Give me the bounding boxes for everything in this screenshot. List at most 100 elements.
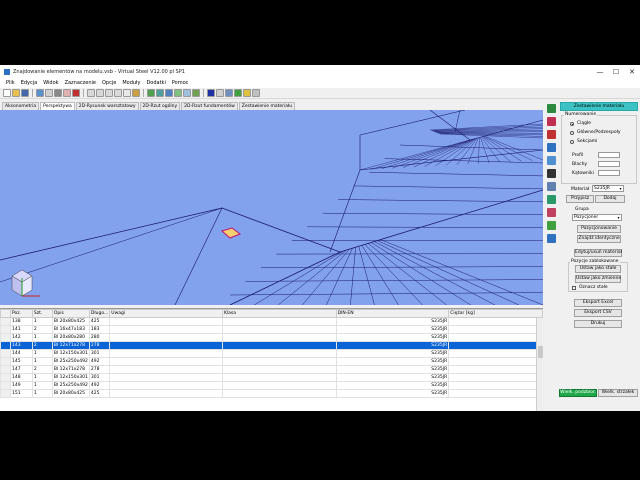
checked-icon[interactable] xyxy=(234,89,242,97)
row-header[interactable] xyxy=(0,325,11,334)
print-button[interactable]: Drukuj xyxy=(574,320,622,328)
big-parts-button[interactable]: Wielk. podzbior. xyxy=(559,389,597,397)
grid-view-icon[interactable] xyxy=(36,89,44,97)
group-select[interactable]: Pozycjoner ▾ xyxy=(572,214,622,221)
add-button[interactable]: Dodaj xyxy=(595,195,625,203)
menu-options[interactable]: Opcje xyxy=(99,80,119,86)
tab-material-list[interactable]: Zestawienie materiału xyxy=(238,102,296,110)
table-scrollbar[interactable] xyxy=(536,318,543,411)
table-row[interactable]: 143 2 Bl 12x71x278 278 S235JR xyxy=(0,341,543,350)
radio-by-subassembly[interactable] xyxy=(570,131,574,135)
view-side-icon[interactable] xyxy=(156,89,164,97)
assign-button[interactable]: Przypisz xyxy=(566,195,594,203)
tab-workshop-drawing[interactable]: 2D-Rysunek warsztatowy xyxy=(75,102,139,110)
line-tool-icon[interactable] xyxy=(546,208,556,217)
dimension-icon[interactable] xyxy=(132,89,140,97)
col-header-class[interactable]: Klasa xyxy=(221,309,337,318)
table-row[interactable]: 142 1 Bl 20x80x280 280 S235JR xyxy=(0,333,543,342)
col-header-qty[interactable]: Szt. xyxy=(31,309,53,318)
table-row[interactable]: 141 2 Bl 16x47x183 183 S235JR xyxy=(0,325,543,334)
grid-icon[interactable] xyxy=(546,182,556,191)
row-header[interactable] xyxy=(0,317,11,326)
3d-viewport[interactable] xyxy=(0,110,543,305)
export-icon[interactable] xyxy=(546,234,556,243)
find-identical-button[interactable]: Znajdź identyczne xyxy=(577,235,621,243)
angles-start-field[interactable] xyxy=(598,170,620,176)
row-header[interactable] xyxy=(0,389,11,398)
tree-icon[interactable] xyxy=(546,221,556,230)
export-excel-button[interactable]: Eksport Excel xyxy=(574,299,622,307)
color-fill-icon[interactable] xyxy=(207,89,215,97)
menu-edit[interactable]: Edycja xyxy=(18,80,41,86)
new-file-icon[interactable] xyxy=(3,89,11,97)
properties-icon[interactable] xyxy=(225,89,233,97)
view-front-icon[interactable] xyxy=(147,89,155,97)
zoom-window-icon[interactable] xyxy=(87,89,95,97)
table-row[interactable]: 151 1 Bl 20x80x425 425 S235JR xyxy=(0,389,543,398)
view-iso-icon[interactable] xyxy=(174,89,182,97)
tab-axonometry[interactable]: Aksonometria xyxy=(2,102,40,110)
camera-icon[interactable] xyxy=(546,169,556,178)
col-header-description[interactable]: Opis xyxy=(51,309,90,318)
tab-foundation-view[interactable]: 2D-Rzut fundamentów xyxy=(181,102,238,110)
row-header[interactable] xyxy=(0,349,11,358)
zoom-extents-icon[interactable] xyxy=(114,89,122,97)
profile-icon[interactable] xyxy=(546,156,556,165)
structure-icon[interactable] xyxy=(546,143,556,152)
highlight-icon[interactable] xyxy=(243,89,251,97)
row-header[interactable] xyxy=(0,365,11,374)
table-row[interactable]: 147 2 Bl 12x71x278 278 S235JR xyxy=(0,365,543,374)
render-icon[interactable] xyxy=(183,89,191,97)
positioning-button[interactable]: Pozycjonowanie xyxy=(577,225,621,233)
open-folder-icon[interactable] xyxy=(12,89,20,97)
radio-by-section[interactable] xyxy=(570,140,574,144)
settings-icon[interactable] xyxy=(252,89,260,97)
row-header[interactable] xyxy=(0,381,11,390)
copy-icon[interactable] xyxy=(54,89,62,97)
layers-icon[interactable] xyxy=(192,89,200,97)
maximize-button[interactable]: ☐ xyxy=(608,65,624,78)
col-header-length[interactable]: Długo... xyxy=(88,309,111,318)
list-icon[interactable] xyxy=(546,117,556,126)
zoom-in-icon[interactable] xyxy=(96,89,104,97)
col-header-pos[interactable]: Poz. xyxy=(9,309,33,318)
menu-view[interactable]: Widok xyxy=(40,80,61,86)
material-select[interactable]: S235JR ▾ xyxy=(592,185,624,192)
move-icon[interactable] xyxy=(546,195,556,204)
measure-icon[interactable] xyxy=(123,89,131,97)
row-header[interactable] xyxy=(0,333,11,342)
menu-help[interactable]: Pomoc xyxy=(169,80,192,86)
big-items-button[interactable]: Wielk. strzałek xyxy=(598,389,638,397)
table-row[interactable]: 138 1 Bl 20x80x425 425 S235JR xyxy=(0,317,543,326)
view-top-icon[interactable] xyxy=(165,89,173,97)
col-header-notes[interactable]: Uwagi xyxy=(109,309,223,318)
row-header[interactable] xyxy=(0,373,11,382)
print-icon[interactable] xyxy=(45,89,53,97)
col-header-din-en[interactable]: DIN-EN xyxy=(335,309,450,318)
plates-start-field[interactable] xyxy=(598,161,620,167)
menu-selection[interactable]: Zaznaczenie xyxy=(62,80,99,86)
export-csv-button[interactable]: Eksport CSV xyxy=(574,309,622,317)
tab-general-view[interactable]: 2D-Rzut ogólny xyxy=(139,102,181,110)
radio-continuous[interactable] xyxy=(570,122,574,126)
row-header[interactable] xyxy=(0,341,11,350)
close-button[interactable]: ✕ xyxy=(624,65,640,78)
check-list-icon[interactable] xyxy=(546,104,556,113)
menu-addons[interactable]: Dodatki xyxy=(143,80,168,86)
material-list-header-button[interactable]: Zestawienie materiału xyxy=(560,102,638,111)
table-row[interactable]: 148 1 Bl 12x150x301 301 S235JR xyxy=(0,373,543,382)
row-header[interactable] xyxy=(0,357,11,366)
menu-modules[interactable]: Moduły xyxy=(119,80,143,86)
undo-icon[interactable] xyxy=(63,89,71,97)
edit-material-button[interactable]: Edytuj/usuń materiał xyxy=(574,249,622,257)
section-icon[interactable] xyxy=(216,89,224,97)
redo-icon[interactable] xyxy=(72,89,80,97)
menu-file[interactable]: Plik xyxy=(3,80,18,86)
minimize-button[interactable]: — xyxy=(592,65,608,78)
tab-perspective[interactable]: Perspektywa xyxy=(40,102,75,110)
set-variable-button[interactable]: Ustaw jako zmienne xyxy=(575,275,621,283)
zoom-out-icon[interactable] xyxy=(105,89,113,97)
profiles-start-field[interactable] xyxy=(598,152,620,158)
col-header-weight[interactable]: Ciężar [kg] xyxy=(448,309,543,318)
table-row[interactable]: 144 1 Bl 12x150x301 301 S235JR xyxy=(0,349,543,358)
